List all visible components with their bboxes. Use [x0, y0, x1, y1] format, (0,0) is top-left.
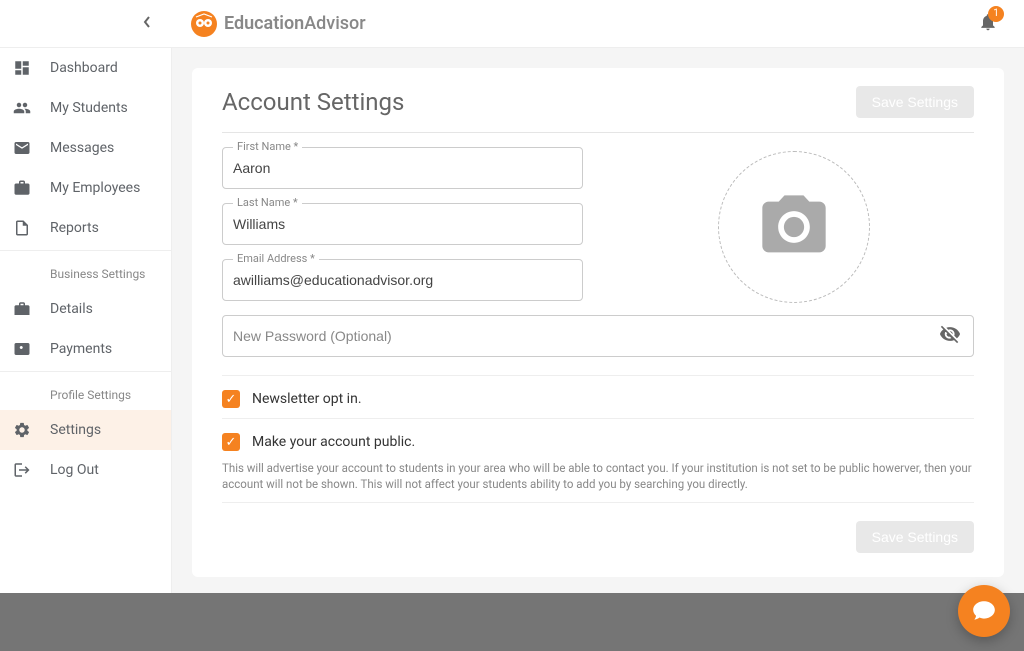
chat-button[interactable]: [958, 585, 1010, 637]
first-name-label: First Name *: [233, 140, 302, 153]
public-help-text: This will advertise your account to stud…: [222, 461, 974, 492]
avatar-upload[interactable]: [718, 151, 870, 303]
sidebar-item-label: My Employees: [50, 180, 140, 196]
sidebar-item-messages[interactable]: Messages: [0, 128, 171, 168]
page-footer: [0, 593, 1024, 651]
save-button-top[interactable]: Save Settings: [856, 86, 974, 118]
sidebar-section-profile: Profile Settings: [0, 374, 171, 410]
save-button-bottom[interactable]: Save Settings: [856, 521, 974, 553]
sidebar-item-students[interactable]: My Students: [0, 88, 171, 128]
divider: [222, 375, 974, 376]
email-label: Email Address *: [233, 252, 319, 265]
brand-text: EducationAdvisor: [224, 13, 366, 34]
public-label: Make your account public.: [252, 434, 415, 450]
first-name-input[interactable]: [223, 148, 582, 188]
sidebar-section-business: Business Settings: [0, 253, 171, 289]
email-input[interactable]: [223, 260, 582, 300]
dashboard-icon: [12, 58, 32, 78]
sidebar: Dashboard My Students Messages My Employ…: [0, 48, 172, 651]
divider: [0, 371, 171, 372]
eye-off-icon: [939, 323, 961, 345]
owl-icon: [190, 10, 218, 38]
sidebar-item-label: Log Out: [50, 462, 99, 478]
last-name-label: Last Name *: [233, 196, 302, 209]
students-icon: [12, 98, 32, 118]
sidebar-item-details[interactable]: Details: [0, 289, 171, 329]
settings-card: Account Settings Save Settings First Nam…: [192, 68, 1004, 577]
public-account-checkbox[interactable]: ✓: [222, 433, 240, 451]
divider: [0, 250, 171, 251]
sidebar-item-dashboard[interactable]: Dashboard: [0, 48, 171, 88]
newsletter-label: Newsletter opt in.: [252, 391, 362, 407]
sidebar-item-label: Reports: [50, 220, 99, 236]
payments-icon: [12, 339, 32, 359]
page-title: Account Settings: [222, 88, 404, 116]
sidebar-item-label: Payments: [50, 341, 112, 357]
camera-icon: [752, 189, 836, 265]
gear-icon: [12, 420, 32, 440]
sidebar-item-settings[interactable]: Settings: [0, 410, 171, 450]
reports-icon: [12, 218, 32, 238]
sidebar-item-label: Details: [50, 301, 93, 317]
divider: [222, 418, 974, 419]
notifications-button[interactable]: 1: [978, 12, 998, 36]
brand-logo[interactable]: EducationAdvisor: [172, 10, 366, 38]
sidebar-item-reports[interactable]: Reports: [0, 208, 171, 248]
sidebar-item-logout[interactable]: Log Out: [0, 450, 171, 490]
sidebar-item-employees[interactable]: My Employees: [0, 168, 171, 208]
sidebar-item-label: Settings: [50, 422, 101, 438]
sidebar-item-payments[interactable]: Payments: [0, 329, 171, 369]
toggle-password-visibility[interactable]: [927, 323, 973, 349]
employees-icon: [12, 178, 32, 198]
notifications-badge: 1: [988, 6, 1004, 22]
collapse-sidebar-icon[interactable]: [142, 15, 152, 33]
chat-icon: [971, 598, 997, 624]
sidebar-item-label: Dashboard: [50, 60, 118, 76]
sidebar-item-label: Messages: [50, 140, 114, 156]
newsletter-checkbox[interactable]: ✓: [222, 390, 240, 408]
password-input[interactable]: [223, 316, 927, 356]
last-name-input[interactable]: [223, 204, 582, 244]
briefcase-icon: [12, 299, 32, 319]
sidebar-item-label: My Students: [50, 100, 128, 116]
messages-icon: [12, 138, 32, 158]
logout-icon: [12, 460, 32, 480]
